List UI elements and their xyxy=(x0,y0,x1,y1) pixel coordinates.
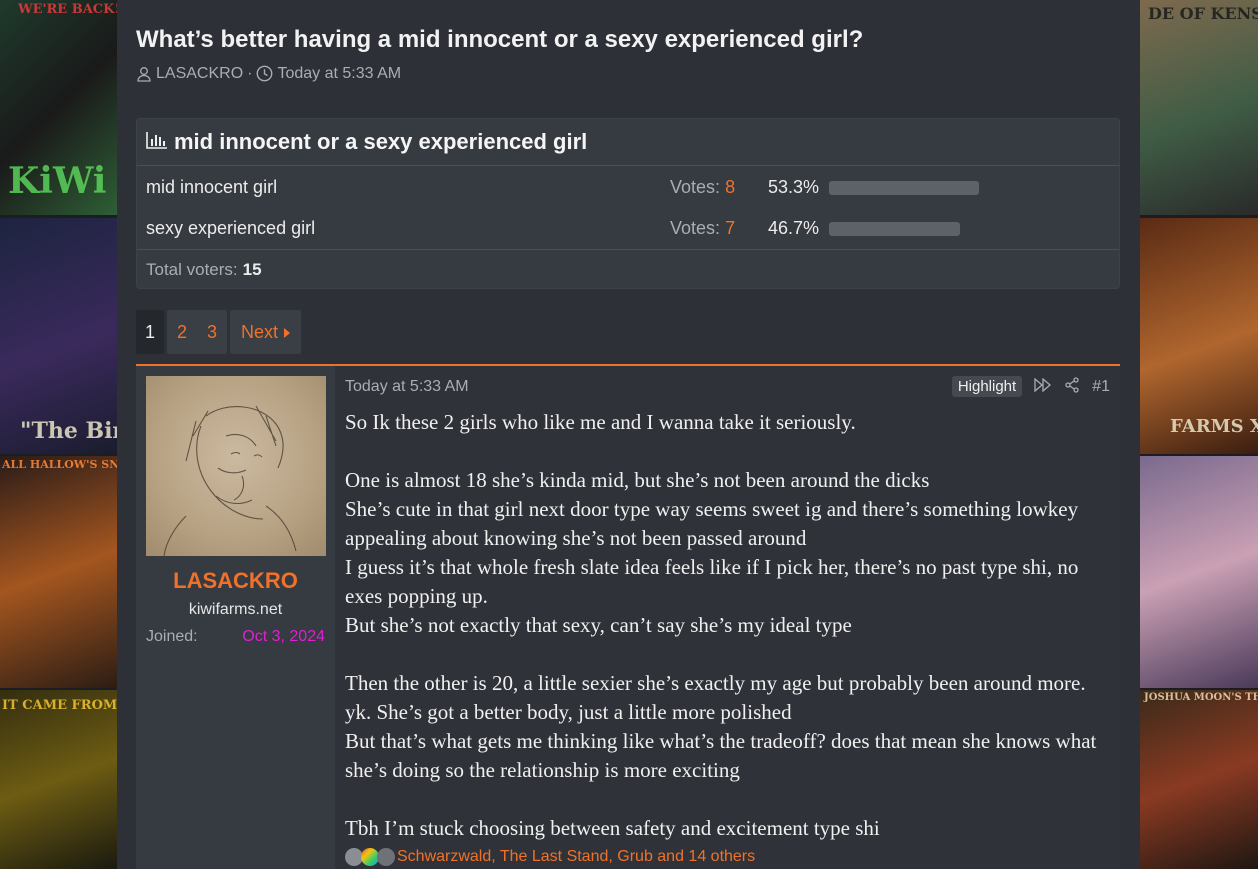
poll-option-label: sexy experienced girl xyxy=(146,217,316,238)
art-caption: "The Bird xyxy=(20,418,117,444)
thread-time-link[interactable]: Today at 5:33 AM xyxy=(277,65,401,83)
clock-icon xyxy=(256,65,273,83)
votes-label: Votes: xyxy=(670,217,721,238)
post-paragraph: Tbh I’m stuck choosing between safety an… xyxy=(345,816,880,840)
post-actions: Highlight #1 xyxy=(951,376,1110,397)
user-title: kiwifarms.net xyxy=(188,601,283,618)
art-caption: JOSHUA MOON'S THE COON xyxy=(1144,692,1258,703)
right-background-art: DE OF KENSTEIN FARMS X JOSHUA MOON'S THE… xyxy=(1140,0,1258,869)
reaction-users-link[interactable]: Schwarzwald, The Last Stand, Grub and 14… xyxy=(397,848,755,866)
post-date-link[interactable]: Today at 5:33 AM xyxy=(345,378,469,396)
thread-content: What’s better having a mid innocent or a… xyxy=(117,0,1140,869)
poll-title: mid innocent or a sexy experienced girl xyxy=(174,129,588,154)
user-avatar[interactable] xyxy=(146,376,326,556)
post-number-link[interactable]: #1 xyxy=(1092,378,1110,396)
art-caption: DE OF KENSTEIN xyxy=(1148,4,1258,23)
post-paragraph: So Ik these 2 girls who like me and I wa… xyxy=(345,410,856,434)
thread-author-link[interactable]: LASACKRO xyxy=(156,65,243,83)
art-caption: FARMS X xyxy=(1170,416,1258,437)
poll-votes: Votes: 8 xyxy=(670,177,735,198)
poll-footer: Total voters: 15 xyxy=(137,249,1119,289)
art-tile: "The Bird xyxy=(0,218,117,454)
post-message: LASACKRO kiwifarms.net Joined: Oct 3, 20… xyxy=(136,364,1120,869)
page-2-button[interactable]: 2 xyxy=(167,310,197,354)
meta-separator: · xyxy=(247,65,253,82)
next-label: Next xyxy=(241,321,279,342)
art-tile: IT CAME FROM THE CORNFIELD xyxy=(0,690,117,869)
reaction-icon[interactable] xyxy=(377,848,395,866)
poll-bar-fill xyxy=(829,181,979,195)
post-user-cell: LASACKRO kiwifarms.net Joined: Oct 3, 20… xyxy=(136,366,335,869)
post-text: So Ik these 2 girls who like me and I wa… xyxy=(345,408,1115,843)
art-caption: KiWi xyxy=(8,160,107,202)
joined-label: Joined: xyxy=(146,628,198,645)
joined-date: Oct 3, 2024 xyxy=(242,628,325,645)
poll-percent: 46.7% xyxy=(768,217,820,238)
reactions-bar: Schwarzwald, The Last Stand, Grub and 14… xyxy=(345,848,755,866)
art-tile xyxy=(1140,456,1258,688)
thread-title: What’s better having a mid innocent or a… xyxy=(136,26,864,53)
art-tile: ALL HALLOW'S SNEED xyxy=(0,456,117,688)
total-voters-label: Total voters: xyxy=(146,259,238,279)
next-page-button[interactable]: Next xyxy=(230,310,302,354)
page-3-button[interactable]: 3 xyxy=(197,310,227,354)
votes-count-link[interactable]: 8 xyxy=(725,177,735,197)
votes-count-link[interactable]: 7 xyxy=(725,218,735,238)
left-background-art: WE'RE BACK! KiWi "The Bird ALL HALLOW'S … xyxy=(0,0,117,869)
poll-header: mid innocent or a sexy experienced girl xyxy=(137,119,1119,166)
poll-option-row: mid innocent girl Votes: 8 53.3% xyxy=(137,169,1119,205)
poll-percent: 53.3% xyxy=(768,176,820,197)
post-paragraph: One is almost 18 she’s kinda mid, but sh… xyxy=(345,468,1079,637)
poll-bar-fill xyxy=(829,222,961,236)
pagination: 1 2 3 Next xyxy=(136,310,302,354)
post-paragraph: Then the other is 20, a little sexier sh… xyxy=(345,671,1097,782)
poll-option-label: mid innocent girl xyxy=(146,176,278,197)
poll-option-row: sexy experienced girl Votes: 7 46.7% xyxy=(137,210,1119,246)
votes-label: Votes: xyxy=(670,176,721,197)
poll-bar xyxy=(829,181,979,195)
art-caption: IT CAME FROM THE CORNFIELD xyxy=(2,698,117,713)
art-caption: WE'RE BACK! xyxy=(18,2,117,17)
art-tile: DE OF KENSTEIN xyxy=(1140,0,1258,215)
poll-votes: Votes: 7 xyxy=(670,218,735,239)
highlight-button[interactable]: Highlight xyxy=(951,376,1023,397)
thread-meta: LASACKRO · Today at 5:33 AM xyxy=(136,65,401,83)
poll-block: mid innocent or a sexy experienced girl … xyxy=(136,118,1120,289)
username-link[interactable]: LASACKRO xyxy=(136,568,335,594)
art-tile: WE'RE BACK! KiWi xyxy=(0,0,117,215)
user-icon xyxy=(136,65,152,83)
art-tile: JOSHUA MOON'S THE COON xyxy=(1140,690,1258,869)
caret-right-icon xyxy=(284,322,291,343)
total-voters-count: 15 xyxy=(242,259,262,279)
page-1-button[interactable]: 1 xyxy=(136,310,164,354)
art-tile: FARMS X xyxy=(1140,218,1258,454)
art-caption: ALL HALLOW'S SNEED xyxy=(2,458,117,471)
reaction-icons xyxy=(345,848,395,866)
share-icon[interactable] xyxy=(1064,376,1080,397)
fast-forward-icon[interactable] xyxy=(1034,377,1052,396)
poll-bar xyxy=(829,222,979,236)
bar-chart-icon xyxy=(146,131,168,153)
